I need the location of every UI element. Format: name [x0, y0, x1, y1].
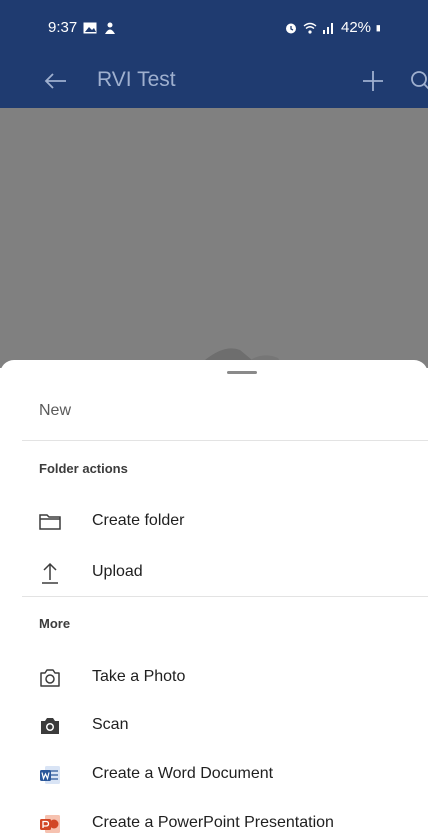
- camera-filled-icon: [41, 718, 59, 734]
- app-bar: RVI Test: [0, 56, 428, 108]
- create-powerpoint-presentation-item[interactable]: Create a PowerPoint Presentation: [0, 800, 428, 837]
- drag-handle[interactable]: [227, 371, 257, 374]
- camera-outline-icon: [40, 669, 60, 687]
- status-left: 9:37: [48, 19, 117, 36]
- add-icon[interactable]: [358, 66, 388, 96]
- search-icon[interactable]: [408, 68, 428, 94]
- upload-label: Upload: [92, 563, 143, 580]
- status-right: 42%: [284, 19, 384, 36]
- wifi-icon: [303, 22, 317, 34]
- folder-title: RVI Test: [97, 68, 176, 91]
- take-photo-item[interactable]: Take a Photo: [0, 654, 428, 702]
- signal-icon: [323, 22, 333, 34]
- battery-icon: [376, 24, 381, 31]
- word-icon: [40, 766, 60, 784]
- upload-icon: [42, 562, 58, 584]
- new-bottom-sheet: New Folder actions Create folder Upload …: [0, 360, 428, 837]
- create-folder-label: Create folder: [92, 512, 185, 529]
- divider: [22, 440, 428, 441]
- scan-label: Scan: [92, 716, 129, 733]
- alarm-icon: [286, 23, 296, 33]
- upload-item[interactable]: Upload: [0, 549, 428, 597]
- divider: [22, 596, 428, 597]
- person-notification-icon: [105, 22, 116, 34]
- status-bar: 9:37 42%: [0, 0, 428, 56]
- folder-icon: [39, 514, 61, 530]
- scan-item[interactable]: Scan: [0, 702, 428, 750]
- take-photo-label: Take a Photo: [92, 668, 186, 685]
- back-arrow-icon[interactable]: [40, 66, 70, 96]
- image-notification-icon: [83, 22, 97, 33]
- status-time: 9:37: [48, 19, 78, 36]
- create-powerpoint-presentation-label: Create a PowerPoint Presentation: [92, 814, 334, 831]
- powerpoint-icon: [40, 815, 60, 833]
- create-word-document-label: Create a Word Document: [92, 765, 274, 782]
- create-word-document-item[interactable]: Create a Word Document: [0, 751, 428, 799]
- dimmed-content-overlay[interactable]: [0, 108, 428, 368]
- section-label-more: More: [39, 616, 71, 631]
- section-label-folder-actions: Folder actions: [39, 461, 128, 476]
- battery-percent: 42%: [341, 19, 372, 36]
- create-folder-item[interactable]: Create folder: [0, 498, 428, 546]
- sheet-title: New: [39, 402, 72, 419]
